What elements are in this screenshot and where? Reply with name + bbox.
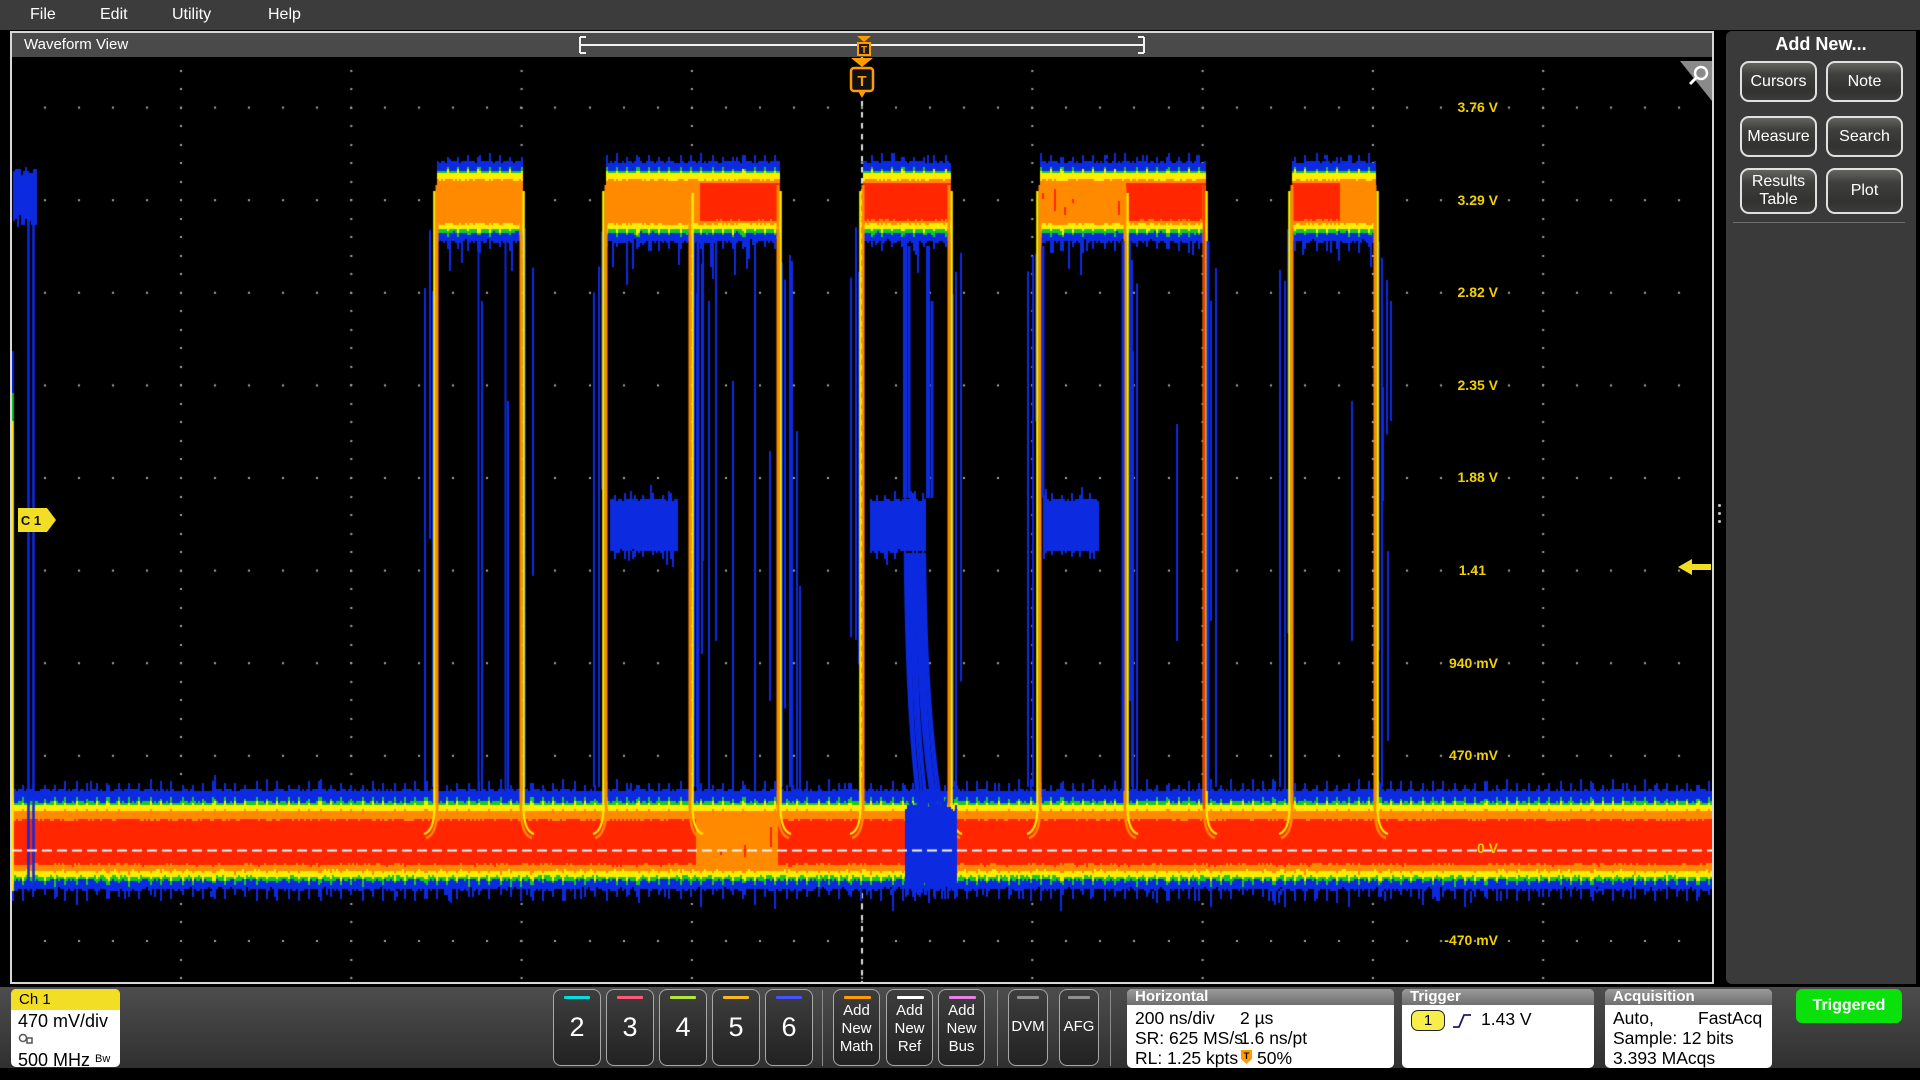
y-label: 470 mV [1428, 747, 1498, 763]
add-search-button[interactable]: Search [1826, 116, 1903, 157]
waveform-plot[interactable]: 3.76 V 3.29 V 2.82 V 2.35 V 1.88 V 1.41 … [12, 57, 1712, 982]
ref-color [897, 996, 924, 999]
channel-1-badge-header: Ch 1 [11, 989, 120, 1010]
channel-5-button[interactable]: 5 [712, 989, 760, 1066]
trigger-position-icon: T [1240, 1049, 1253, 1065]
separator [997, 990, 998, 1066]
menu-utility[interactable]: Utility [172, 0, 211, 30]
bottom-bar: Ch 1 470 mV/div 500 MHz Bw 2 3 4 5 6 Add… [0, 987, 1920, 1068]
add-new-ref-button[interactable]: AddNewRef [886, 989, 933, 1066]
menu-file[interactable]: File [30, 0, 56, 30]
y-label: 940 mV [1428, 655, 1498, 671]
acquisition-fastacq: FastAcq [1698, 1008, 1762, 1029]
menu-bar: File Edit Utility Help [0, 0, 1920, 30]
channel-1-scale: 470 mV/div [11, 1010, 120, 1032]
zoom-corner-icon[interactable] [1680, 61, 1712, 101]
channel-4-button[interactable]: 4 [659, 989, 707, 1066]
channel-1-bandwidth: 500 MHz Bw [11, 1050, 120, 1067]
channel-1-badge[interactable]: Ch 1 470 mV/div 500 MHz Bw [11, 989, 120, 1067]
horizontal-panel-title: Horizontal [1127, 989, 1394, 1005]
svg-text:T: T [1244, 1051, 1250, 1061]
acquisition-mode: Auto, [1613, 1008, 1654, 1029]
add-new-title: Add New... [1726, 34, 1916, 55]
y-label: 1.41 [1416, 562, 1486, 578]
splitter-handle[interactable] [1718, 512, 1721, 515]
horizontal-record-length: RL: 1.25 kpts [1135, 1048, 1238, 1069]
y-label: 1.88 V [1428, 469, 1498, 485]
channel-5-color [723, 996, 749, 999]
horizontal-sample-rate: SR: 625 MS/s [1135, 1028, 1243, 1049]
math-color [844, 996, 871, 999]
acquisition-sample: Sample: 12 bits [1613, 1028, 1734, 1049]
y-label: 3.29 V [1428, 192, 1498, 208]
channel-3-button[interactable]: 3 [606, 989, 654, 1066]
channel-6-color [776, 996, 802, 999]
channel-3-color [617, 996, 643, 999]
trigger-source-badge: 1 [1411, 1010, 1445, 1031]
trigger-panel-title: Trigger [1402, 989, 1594, 1005]
separator [822, 990, 823, 1066]
channel-4-color [670, 996, 696, 999]
svg-text:T: T [861, 45, 867, 56]
acquisition-panel-title: Acquisition [1605, 989, 1772, 1005]
y-label: -470 mV [1428, 932, 1498, 948]
y-label: 2.35 V [1428, 377, 1498, 393]
y-label: 0 V [1428, 840, 1498, 856]
horizontal-scale: 200 ns/div [1135, 1008, 1215, 1029]
trigger-level-arrow[interactable] [1676, 557, 1712, 577]
channel-2-color [564, 996, 590, 999]
splitter-handle[interactable] [1718, 504, 1721, 507]
add-note-button[interactable]: Note [1826, 61, 1903, 102]
menu-help[interactable]: Help [268, 0, 301, 30]
menu-edit[interactable]: Edit [100, 0, 128, 30]
add-cursors-button[interactable]: Cursors [1740, 61, 1817, 102]
afg-color [1068, 996, 1090, 999]
channel-4-label: 4 [660, 1012, 706, 1043]
afg-button[interactable]: AFG [1059, 989, 1099, 1066]
splitter-handle[interactable] [1718, 520, 1721, 523]
horizontal-resolution: 1.6 ns/pt [1240, 1028, 1307, 1049]
y-label: 2.82 V [1428, 284, 1498, 300]
y-label: 3.76 V [1428, 99, 1498, 115]
add-new-bus-button[interactable]: AddNewBus [938, 989, 985, 1066]
channel-5-label: 5 [713, 1012, 759, 1043]
expansion-point-icon[interactable]: T [851, 34, 877, 56]
probe-icon [18, 1032, 36, 1045]
waveform-view-header: Waveform View T [12, 33, 1712, 57]
triggered-status: Triggered [1796, 989, 1902, 1023]
channel-2-label: 2 [554, 1012, 600, 1043]
add-plot-button[interactable]: Plot [1826, 168, 1903, 214]
channel-6-label: 6 [766, 1012, 812, 1043]
acquisition-count: 3.393 MAcqs [1613, 1048, 1715, 1069]
trigger-slope-icon [1452, 1013, 1472, 1029]
waveform-view-title: Waveform View [24, 36, 128, 53]
bus-color [949, 996, 976, 999]
svg-text:T: T [857, 73, 866, 90]
add-measure-button[interactable]: Measure [1740, 116, 1817, 157]
waveform-view-panel: Waveform View T 3.76 V 3.29 V 2.82 V 2.3… [10, 31, 1714, 984]
right-panel-separator [1733, 222, 1905, 223]
trigger-position-flag[interactable]: T [848, 57, 878, 99]
horizontal-window: 2 µs [1240, 1008, 1273, 1029]
channel-6-button[interactable]: 6 [765, 989, 813, 1066]
horizontal-position: 50% [1257, 1048, 1292, 1069]
dvm-button[interactable]: DVM [1008, 989, 1048, 1066]
separator [1110, 990, 1111, 1066]
trigger-level: 1.43 V [1481, 1009, 1532, 1030]
dvm-color [1017, 996, 1039, 999]
channel-1-flag[interactable]: C 1 [17, 507, 57, 533]
svg-text:C 1: C 1 [21, 513, 41, 528]
add-results-table-button[interactable]: Results Table [1740, 168, 1817, 214]
channel-3-label: 3 [607, 1012, 653, 1043]
add-new-math-button[interactable]: AddNewMath [833, 989, 880, 1066]
channel-2-button[interactable]: 2 [553, 989, 601, 1066]
